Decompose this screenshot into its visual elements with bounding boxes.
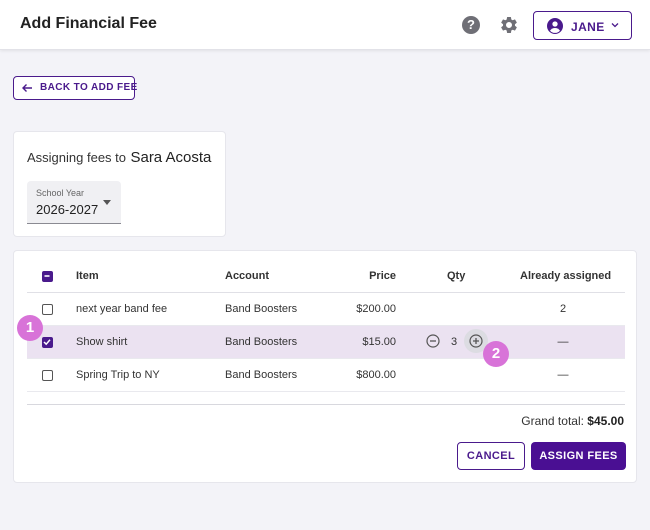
- row-account: Band Boosters: [225, 303, 298, 315]
- assigning-prefix: Assigning fees to: [27, 150, 127, 165]
- row-checkbox[interactable]: [42, 337, 53, 348]
- row-price: $200.00: [356, 303, 396, 315]
- grand-total-label: Grand total:: [521, 414, 584, 428]
- checkmark-icon: [43, 339, 51, 346]
- column-header-price: Price: [369, 270, 396, 282]
- school-year-label: School Year: [36, 188, 85, 198]
- grand-total-value: $45.00: [587, 414, 624, 428]
- cancel-button[interactable]: CANCEL: [457, 442, 525, 470]
- column-header-qty: Qty: [447, 270, 466, 282]
- column-header-account: Account: [225, 270, 269, 282]
- step-badge-1: 1: [17, 315, 43, 341]
- fees-table-card: Item Account Price Qty Already assigned …: [13, 250, 637, 483]
- row-checkbox[interactable]: [42, 304, 53, 315]
- chevron-down-icon: [611, 23, 619, 28]
- grand-total: Grand total: $45.00: [521, 414, 624, 428]
- select-all-checkbox[interactable]: [42, 271, 53, 282]
- top-app-bar: Add Financial Fee ? JANE: [0, 0, 650, 50]
- account-circle-icon: [547, 18, 563, 34]
- table-header-row: Item Account Price Qty Already assigned: [27, 260, 625, 293]
- school-year-select[interactable]: School Year 2026-2027: [27, 181, 121, 224]
- step-badge-2: 2: [483, 341, 509, 367]
- totals-divider: [27, 404, 625, 405]
- column-header-item: Item: [76, 270, 99, 282]
- back-button-label: BACK TO ADD FEE: [40, 82, 138, 93]
- user-name: JANE: [571, 20, 605, 34]
- quantity-value: 3: [451, 336, 458, 348]
- back-to-add-fee-button[interactable]: BACK TO ADD FEE: [13, 76, 138, 100]
- row-item: next year band fee: [76, 303, 168, 315]
- assign-student-card: Assigning fees to Sara Acosta School Yea…: [13, 131, 226, 237]
- row-price: $15.00: [362, 336, 396, 348]
- row-item: Show shirt: [76, 336, 128, 348]
- user-menu-button[interactable]: JANE: [533, 11, 632, 40]
- row-price: $800.00: [356, 369, 396, 381]
- row-already-assigned: 2: [559, 303, 567, 315]
- decrement-quantity-icon[interactable]: [426, 334, 440, 348]
- row-checkbox[interactable]: [42, 370, 53, 381]
- school-year-value: 2026-2027: [36, 202, 99, 217]
- caret-down-icon: [103, 200, 111, 205]
- arrow-left-icon: [22, 84, 32, 92]
- row-already-assigned: —: [557, 369, 569, 381]
- table-row: next year band fee Band Boosters $200.00…: [27, 293, 625, 326]
- row-account: Band Boosters: [225, 336, 298, 348]
- indeterminate-icon: [44, 275, 50, 277]
- student-name: Sara Acosta: [130, 149, 212, 166]
- row-account: Band Boosters: [225, 369, 298, 381]
- increment-quantity-icon: [469, 334, 483, 348]
- table-row: Show shirt Band Boosters $15.00 3 —: [27, 326, 625, 359]
- assign-fees-button[interactable]: ASSIGN FEES: [531, 442, 626, 470]
- assigning-heading: Assigning fees to Sara Acosta: [27, 149, 211, 167]
- help-icon[interactable]: ?: [462, 16, 480, 34]
- row-already-assigned: —: [557, 336, 569, 348]
- row-item: Spring Trip to NY: [76, 369, 160, 381]
- column-header-already-assigned: Already assigned: [520, 270, 612, 282]
- gear-icon[interactable]: [499, 15, 519, 35]
- table-row: Spring Trip to NY Band Boosters $800.00 …: [27, 359, 625, 392]
- page-title: Add Financial Fee: [20, 15, 157, 32]
